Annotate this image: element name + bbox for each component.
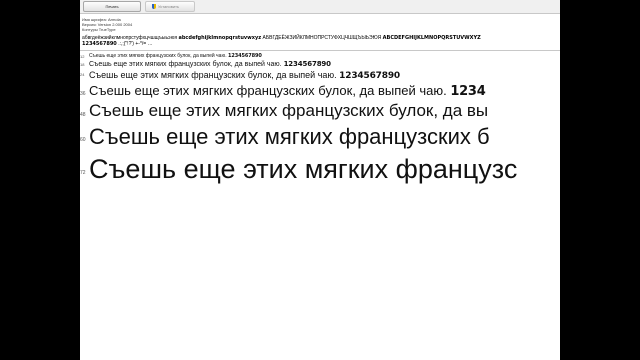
install-button[interactable]: Установить [145,1,195,12]
font-info: Имя шрифта: Armola Версия: Version 2.000… [80,14,560,32]
print-button[interactable]: Печать [83,1,141,12]
sample-text: Съешь еще этих мягких французских булок,… [89,53,227,59]
divider [80,50,560,51]
sample-size: 18 [80,62,85,67]
sample-line-12: 12 Съешь еще этих мягких французских бул… [80,53,560,60]
sample-size: 72 [80,170,86,176]
sample-line-18: 18 Съешь еще этих мягких французских бул… [80,60,560,69]
sample-line-36: 36 Съешь еще этих мягких французских бул… [80,82,560,100]
sample-size: 12 [80,54,85,59]
install-button-label: Установить [158,4,179,9]
sample-digits: 1234567890 [227,53,262,59]
sample-text: Съешь еще этих мягких французских булок,… [89,61,282,68]
character-set: абвгдеёжзийклмнопрстуфхцчшщъыьэюя abcdef… [80,35,560,47]
sample-text: Съешь еще этих мягких французс [89,154,518,184]
charset-punctuation: .:,;("!?') +-*/= [118,41,147,47]
font-outlines: Контуры TrueType [82,27,116,32]
sample-line-72: 72 Съешь еще этих мягких французс [80,151,560,187]
shield-icon [152,4,156,9]
sample-text: Съешь еще этих мягких французских б [89,124,490,149]
charset-uppercase-deco: ABCDEFGHIJKLMNOPQRSTUVWXYZ [382,35,481,41]
sample-digits: 1234567890 [339,71,400,81]
toolbar: Печать Установить [80,0,560,14]
sample-text: Съешь еще этих мягких французских булок,… [89,83,447,98]
sample-text: Съешь еще этих мягких французских булок,… [89,70,337,80]
charset-line-digits: 1234567890 .:,;("!?') +-*/= … [82,41,560,47]
sample-size: 24 [80,72,85,77]
sample-text: Съешь еще этих мягких французских булок,… [89,101,489,120]
sample-digits: 1234 [450,84,486,99]
sample-line-24: 24 Съешь еще этих мягких французских бул… [80,69,560,82]
font-viewer-window: Печать Установить Имя шрифта: Armola Вер… [80,0,560,360]
print-button-label: Печать [105,4,119,9]
charset-ellipsis: … [147,41,153,47]
charset-digits: 1234567890 [82,41,117,47]
sample-line-48: 48 Съешь еще этих мягких французских бул… [80,100,560,122]
charset-lowercase-deco: abcdefghijklmnopqrstuvwxyz [178,35,262,41]
sample-line-60: 60 Съешь еще этих мягких французских б [80,122,560,151]
sample-digits: 1234567890 [283,60,331,68]
charset-uppercase: АБВГДЕЁЖЗИЙКЛМНОПРСТУФХЦЧШЩЪЫЬЭЮЯ [262,35,382,41]
